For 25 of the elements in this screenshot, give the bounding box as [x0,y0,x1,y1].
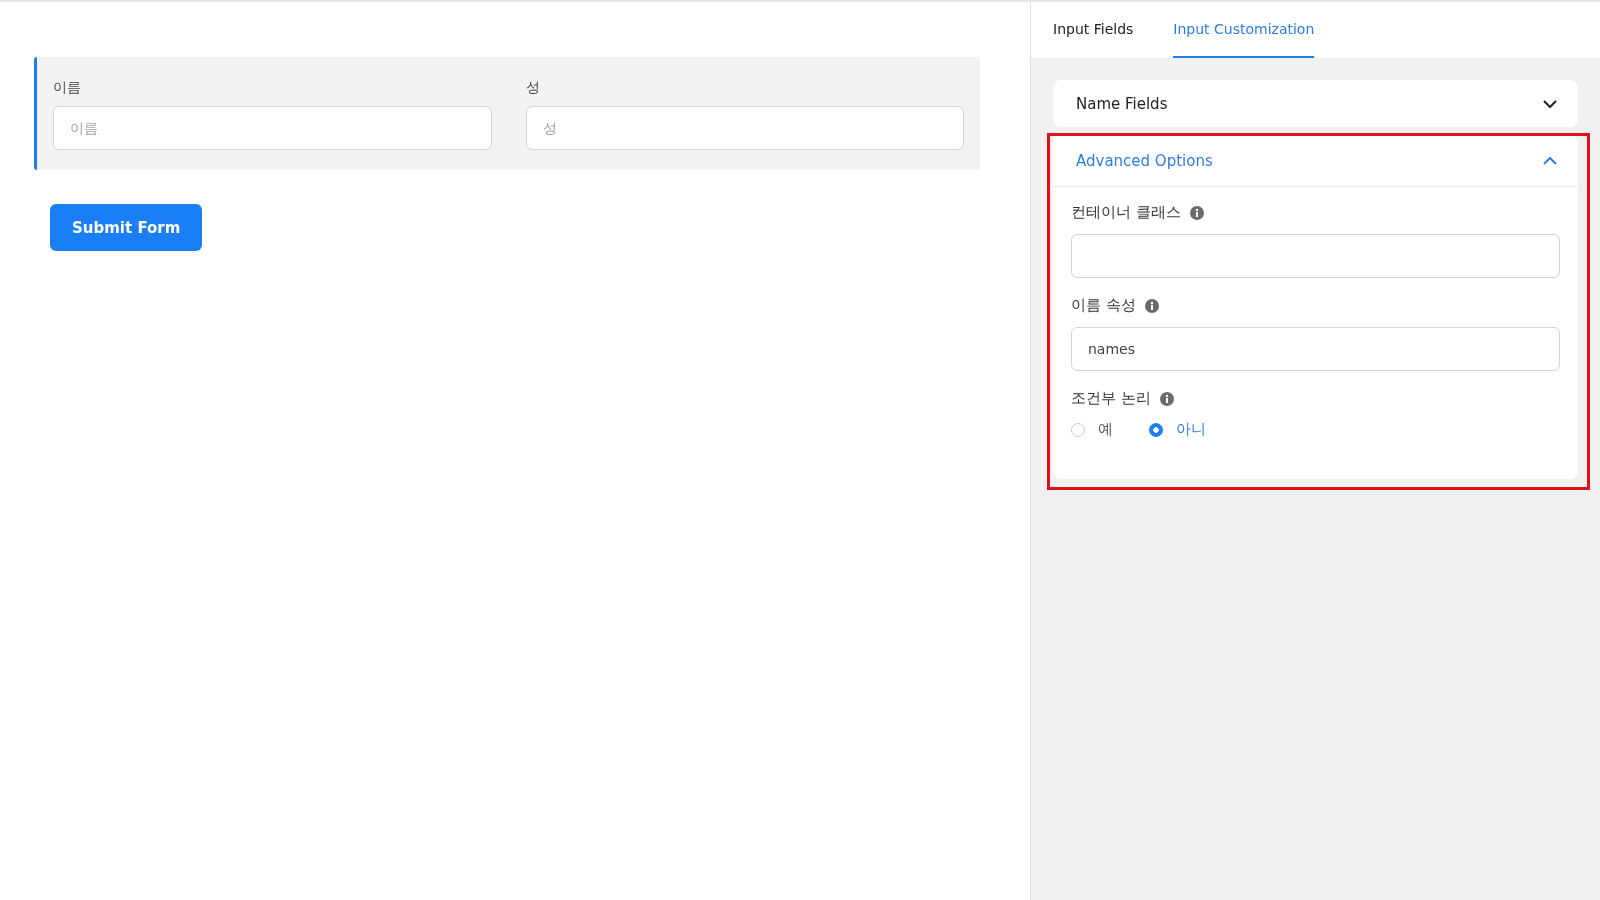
info-icon[interactable] [1159,391,1174,406]
setting-label: 이름 속성 [1071,296,1136,315]
input-field[interactable]: names [1071,327,1560,371]
section-title: Name Fields [1076,94,1168,113]
chevron-down-icon [1542,98,1558,109]
tab[interactable]: Input Fields [1053,2,1134,58]
input-field[interactable] [1071,234,1560,278]
radio-button[interactable] [1071,422,1085,437]
info-icon[interactable] [1189,205,1204,220]
tab[interactable]: Input Customization [1173,2,1315,58]
section-title: Advanced Options [1076,151,1213,170]
accordion-header[interactable]: Advanced Options [1053,135,1578,187]
input-field[interactable]: 성 [525,106,964,150]
chevron-up-icon [1542,155,1558,166]
info-icon[interactable] [1144,298,1159,313]
field-label: 성 [525,79,541,97]
setting-label: 조건부 논리 [1071,389,1151,408]
setting-label: 컨테이너 클래스 [1071,203,1181,222]
field-label: 이름 [53,79,82,97]
radio-button[interactable] [1149,422,1163,437]
input-field[interactable]: 이름 [53,106,492,150]
accordion-header[interactable]: Name Fields [1053,80,1578,127]
radio-label[interactable]: 예 [1098,420,1113,439]
submit-button[interactable]: Submit Form [50,204,203,251]
radio-label[interactable]: 아니 [1176,420,1206,439]
